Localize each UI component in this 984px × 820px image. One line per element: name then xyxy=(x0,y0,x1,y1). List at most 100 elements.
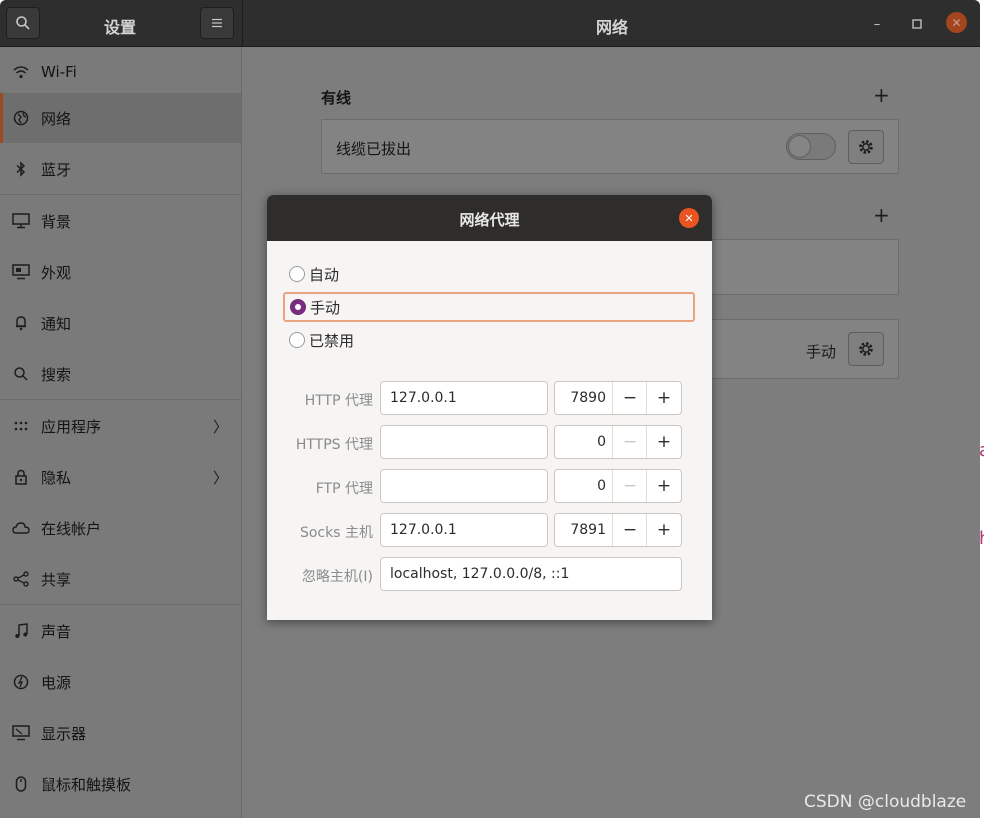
proxy-settings-button[interactable] xyxy=(848,332,884,366)
sidebar-item-notifications[interactable]: 通知 xyxy=(0,298,241,348)
https-proxy-port-stepper[interactable]: 0 − + xyxy=(554,425,682,459)
proxy-mode-value: 手动 xyxy=(806,343,837,361)
sidebar-item-power[interactable]: 电源 xyxy=(0,657,241,707)
power-icon xyxy=(12,673,30,691)
gear-icon xyxy=(859,342,873,356)
bluetooth-icon xyxy=(12,160,30,178)
https-proxy-label: HTTPS 代理 xyxy=(295,437,373,453)
radio-label: 手动 xyxy=(310,298,341,317)
ftp-proxy-host-input[interactable] xyxy=(380,469,548,503)
sidebar-item-mouse[interactable]: 鼠标和触摸板 xyxy=(0,759,241,809)
sidebar-item-label: 声音 xyxy=(41,622,72,641)
share-icon xyxy=(12,570,30,588)
menu-button[interactable] xyxy=(200,7,234,39)
sidebar-item-label: 电源 xyxy=(41,673,72,692)
background-icon xyxy=(12,212,30,230)
wired-connection-row: 线缆已拔出 xyxy=(321,119,899,174)
https-proxy-host-input[interactable] xyxy=(380,425,548,459)
radio-button[interactable] xyxy=(289,266,305,282)
radio-label: 已禁用 xyxy=(309,331,355,350)
sidebar-divider xyxy=(0,399,241,400)
network-proxy-dialog: 网络代理 ✕ 自动 手动 已禁用 HTTP 代理 127.0.0.1 7890 … xyxy=(267,195,712,620)
sidebar-item-wifi[interactable]: Wi-Fi xyxy=(0,47,241,97)
sidebar-item-bluetooth[interactable]: 蓝牙 xyxy=(0,144,241,194)
decrement-button[interactable]: − xyxy=(612,470,647,502)
sidebar-item-label: 鼠标和触摸板 xyxy=(41,775,132,794)
sidebar-item-applications[interactable]: 应用程序 〉 xyxy=(0,401,241,451)
wired-status-label: 线缆已拔出 xyxy=(336,140,412,158)
mode-disabled[interactable]: 已禁用 xyxy=(285,325,695,355)
http-proxy-host-input[interactable]: 127.0.0.1 xyxy=(380,381,548,415)
port-value[interactable]: 7890 xyxy=(555,390,606,406)
sidebar-item-sharing[interactable]: 共享 xyxy=(0,554,241,604)
maximize-button[interactable] xyxy=(906,13,928,35)
radio-label: 自动 xyxy=(309,265,340,284)
mode-manual[interactable]: 手动 xyxy=(283,292,695,322)
ftp-proxy-label: FTP 代理 xyxy=(315,481,373,497)
wifi-icon xyxy=(12,63,30,81)
add-wired-button[interactable]: + xyxy=(873,83,890,107)
ignore-hosts-label: 忽略主机(I) xyxy=(301,569,373,585)
socks-host-input[interactable]: 127.0.0.1 xyxy=(380,513,548,547)
search-button[interactable] xyxy=(6,7,40,39)
sidebar-item-label: Wi-Fi xyxy=(41,63,77,81)
music-note-icon xyxy=(12,622,30,640)
chevron-right-icon: 〉 xyxy=(213,468,229,487)
settings-window: 设置 网络 – ✕ Wi-Fi 网络 蓝牙 背景 外观 通知 搜索 应用程序 〉… xyxy=(0,0,980,818)
wired-settings-button[interactable] xyxy=(848,130,884,164)
sidebar-item-privacy[interactable]: 隐私 〉 xyxy=(0,452,241,502)
watermark: CSDN @cloudblaze xyxy=(804,792,967,812)
sidebar-item-label: 应用程序 xyxy=(41,417,102,436)
sidebar-item-search[interactable]: 搜索 xyxy=(0,349,241,399)
sidebar-item-online-accounts[interactable]: 在线帐户 xyxy=(0,503,241,553)
dialog-close-button[interactable]: ✕ xyxy=(679,208,699,228)
sidebar-item-label: 隐私 xyxy=(41,468,72,487)
sidebar-item-label: 通知 xyxy=(41,314,72,333)
increment-button[interactable]: + xyxy=(646,426,681,458)
toggle-knob xyxy=(788,135,811,158)
increment-button[interactable]: + xyxy=(646,514,681,546)
port-value[interactable]: 0 xyxy=(555,478,606,494)
http-proxy-port-stepper[interactable]: 7890 − + xyxy=(554,381,682,415)
decrement-button[interactable]: − xyxy=(612,426,647,458)
increment-button[interactable]: + xyxy=(646,470,681,502)
ignore-hosts-input[interactable]: localhost, 127.0.0.0/8, ::1 xyxy=(380,557,682,591)
minimize-button[interactable]: – xyxy=(866,13,888,35)
window-close-button[interactable]: ✕ xyxy=(946,12,967,33)
decrement-button[interactable]: − xyxy=(612,514,647,546)
cloud-icon xyxy=(12,519,30,537)
background-fragment: h xyxy=(979,528,984,549)
mode-automatic[interactable]: 自动 xyxy=(285,259,695,289)
wired-toggle[interactable] xyxy=(786,133,836,160)
sidebar-item-label: 显示器 xyxy=(41,724,87,743)
add-vpn-button[interactable]: + xyxy=(873,203,890,227)
socks-host-label: Socks 主机 xyxy=(299,525,373,541)
sidebar-item-background[interactable]: 背景 xyxy=(0,196,241,246)
ftp-proxy-port-stepper[interactable]: 0 − + xyxy=(554,469,682,503)
minimize-icon: – xyxy=(873,16,881,32)
increment-button[interactable]: + xyxy=(646,382,681,414)
sidebar-item-displays[interactable]: 显示器 xyxy=(0,708,241,758)
sidebar-item-appearance[interactable]: 外观 xyxy=(0,247,241,297)
display-icon xyxy=(12,724,30,742)
socks-port-stepper[interactable]: 7891 − + xyxy=(554,513,682,547)
dialog-header: 网络代理 ✕ xyxy=(267,195,712,241)
sidebar-item-sound[interactable]: 声音 xyxy=(0,606,241,656)
search-icon xyxy=(12,365,30,383)
decrement-button[interactable]: − xyxy=(612,382,647,414)
appearance-icon xyxy=(12,263,30,281)
apps-icon xyxy=(12,417,30,435)
maximize-icon xyxy=(912,19,922,29)
sidebar-divider xyxy=(0,194,241,195)
sidebar-item-network[interactable]: 网络 xyxy=(0,93,241,143)
background-fragment: a xyxy=(979,440,984,461)
lock-icon xyxy=(12,468,30,486)
radio-button-selected[interactable] xyxy=(290,299,306,315)
radio-button[interactable] xyxy=(289,332,305,348)
sidebar-item-label: 外观 xyxy=(41,263,72,282)
port-value[interactable]: 0 xyxy=(555,434,606,450)
sidebar-item-label: 共享 xyxy=(41,570,72,589)
port-value[interactable]: 7891 xyxy=(555,522,606,538)
chevron-right-icon: 〉 xyxy=(213,417,229,436)
mouse-icon xyxy=(12,775,30,793)
